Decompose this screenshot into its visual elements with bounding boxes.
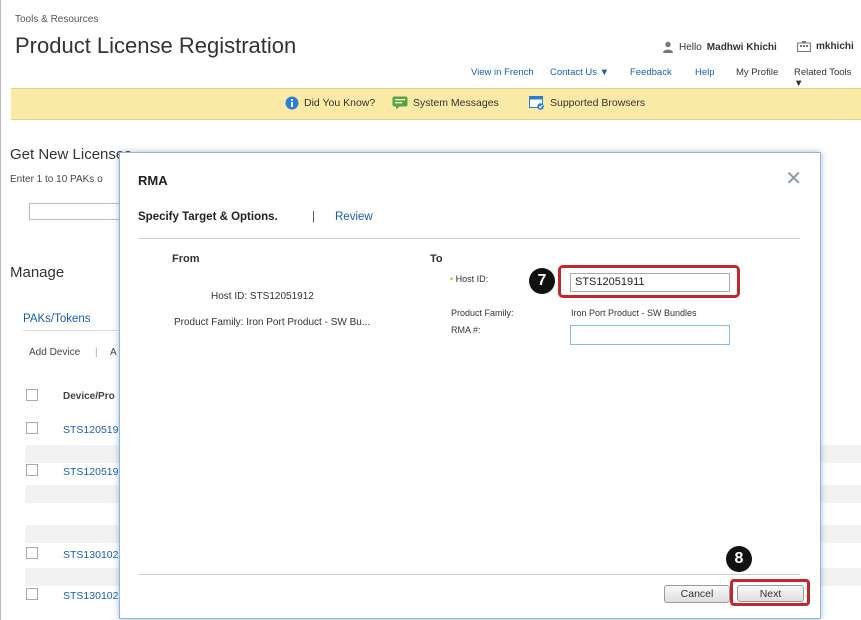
product-family-value: Iron Port Product - SW Bundles (571, 308, 697, 318)
step-specify-target[interactable]: Specify Target & Options. (138, 211, 278, 223)
nav-feedback[interactable]: Feedback (630, 67, 672, 78)
row-checkbox[interactable] (26, 588, 38, 600)
account-name: mkhichi (816, 41, 854, 52)
host-id-label-text: Host ID: (455, 274, 489, 284)
nav-my-profile[interactable]: My Profile (736, 67, 778, 78)
did-you-know-label: Did You Know? (304, 97, 376, 109)
system-messages-label: System Messages (413, 97, 499, 109)
step-separator: | (312, 211, 315, 223)
greeting-prefix: Hello (679, 41, 702, 53)
row-checkbox[interactable] (26, 547, 38, 559)
column-header-device[interactable]: Device/Pro (63, 391, 115, 402)
step-divider (138, 238, 800, 239)
product-family-label: Product Family: (451, 308, 514, 318)
rma-dialog: RMA ✕ Specify Target & Options. | Review… (119, 152, 821, 619)
from-host-id: Host ID: STS12051912 (211, 291, 314, 302)
from-heading: From (172, 253, 200, 265)
pak-input[interactable] (29, 203, 131, 220)
host-id-input[interactable]: STS12051911 (570, 273, 730, 292)
nav-view-in-french[interactable]: View in French (471, 67, 534, 78)
page-title: Product License Registration (15, 33, 297, 58)
dialog-title: RMA (138, 173, 168, 188)
host-id-label: • Host ID: (450, 274, 488, 284)
breadcrumb[interactable]: Tools & Resources (15, 14, 98, 25)
table-row-link[interactable]: STS120519 (63, 424, 118, 436)
browser-icon (529, 96, 544, 110)
account-menu[interactable]: mkhichi (797, 41, 854, 52)
nav-related-tools[interactable]: Related Tools ▼ (794, 67, 861, 89)
get-new-licenses-heading: Get New Licenses (10, 146, 132, 163)
select-all-checkbox[interactable] (26, 389, 38, 401)
to-heading: To (430, 253, 443, 265)
next-button[interactable]: Next (737, 585, 804, 602)
toolbar-separator: | (95, 347, 98, 358)
table-row-link[interactable]: STS130102 (63, 590, 118, 602)
toolbar-other-link[interactable]: A (110, 347, 117, 358)
footer-divider (138, 574, 800, 575)
info-banner: Did You Know? System Messages Supported … (11, 88, 861, 120)
close-icon[interactable]: ✕ (785, 169, 802, 189)
building-icon (797, 41, 811, 52)
user-name: Madhwi Khichi (706, 41, 777, 53)
did-you-know-link[interactable]: Did You Know? (285, 96, 375, 110)
tab-paks-tokens[interactable]: PAKs/Tokens (23, 313, 91, 325)
nav-help[interactable]: Help (695, 67, 715, 78)
system-messages-link[interactable]: System Messages (392, 96, 499, 110)
rma-input[interactable] (570, 325, 730, 345)
supported-browsers-label: Supported Browsers (550, 97, 646, 109)
add-device-link[interactable]: Add Device (29, 347, 80, 358)
enter-paks-text: Enter 1 to 10 PAKs o (10, 174, 103, 185)
table-row-link[interactable]: STS120519 (63, 466, 118, 478)
info-icon (285, 96, 299, 110)
cancel-button[interactable]: Cancel (664, 585, 730, 603)
supported-browsers-link[interactable]: Supported Browsers (529, 96, 645, 110)
nav-contact-us[interactable]: Contact Us ▼ (550, 67, 609, 78)
message-icon (392, 96, 408, 110)
tab-underline (23, 330, 119, 331)
step-review[interactable]: Review (335, 211, 373, 223)
step-marker-8: 8 (726, 546, 752, 572)
rma-label: RMA #: (451, 325, 481, 335)
row-checkbox[interactable] (26, 422, 38, 434)
user-icon (663, 41, 673, 53)
table-row-link[interactable]: STS130102 (63, 549, 118, 561)
row-checkbox[interactable] (26, 464, 38, 476)
user-greeting[interactable]: Hello Madhwi Khichi (662, 41, 777, 53)
page: Tools & Resources Product License Regist… (0, 0, 861, 620)
manage-heading: Manage (10, 264, 65, 281)
from-product-family: Product Family: Iron Port Product - SW B… (174, 317, 371, 328)
step-marker-7: 7 (529, 268, 555, 294)
